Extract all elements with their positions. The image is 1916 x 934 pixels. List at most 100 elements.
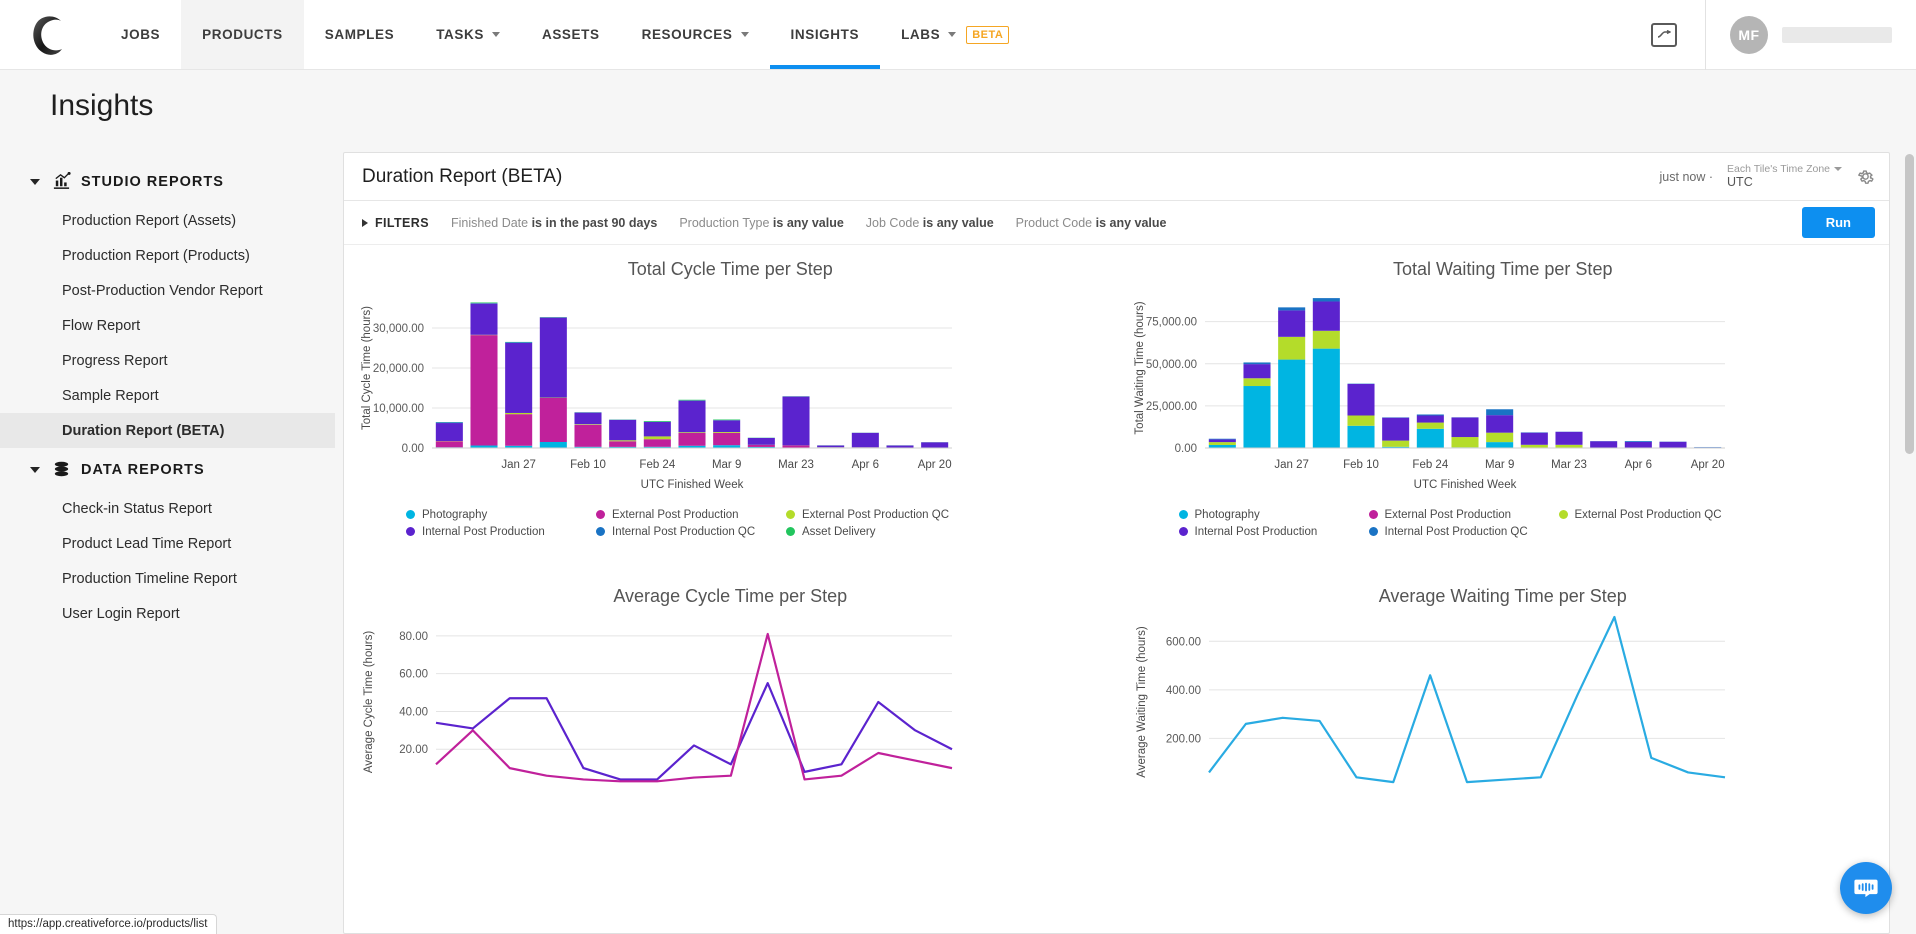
nav-item-label: RESOURCES xyxy=(642,27,733,42)
svg-text:Jan 27: Jan 27 xyxy=(1274,459,1309,471)
run-button[interactable]: Run xyxy=(1802,207,1875,238)
nav-item-label: ASSETS xyxy=(542,27,600,42)
svg-text:Mar 23: Mar 23 xyxy=(1551,459,1587,471)
svg-text:Jan 27: Jan 27 xyxy=(501,459,536,471)
feedback-icon[interactable] xyxy=(1651,23,1677,47)
legend-color-dot xyxy=(1179,510,1188,519)
legend-color-dot xyxy=(596,527,605,536)
nav-item-label: SAMPLES xyxy=(325,27,394,42)
filter-chip-production-type[interactable]: Production Type is any value xyxy=(679,216,843,230)
chart-average-waiting-time[interactable]: 200.00400.00600.00Average Waiting Time (… xyxy=(1127,607,1880,793)
page-scrollbar[interactable] xyxy=(1905,142,1914,934)
svg-text:Feb 10: Feb 10 xyxy=(1343,459,1379,471)
sidebar-item-check-in-status-report[interactable]: Check-in Status Report xyxy=(0,491,335,526)
chart-total-waiting-time[interactable]: 0.0025,000.0050,000.0075,000.00Jan 27Feb… xyxy=(1127,280,1880,502)
database-icon xyxy=(52,460,71,479)
sidebar-item-user-login-report[interactable]: User Login Report xyxy=(0,596,335,631)
user-name-placeholder xyxy=(1782,27,1892,43)
legend-item-internal-post-production[interactable]: Internal Post Production xyxy=(406,523,596,540)
legend-color-dot xyxy=(786,510,795,519)
filters-toggle[interactable]: FILTERS xyxy=(362,216,429,230)
gear-icon[interactable] xyxy=(1856,167,1875,186)
nav-item-samples[interactable]: SAMPLES xyxy=(304,0,415,69)
legend-item-internal-post-production-qc[interactable]: Internal Post Production QC xyxy=(596,523,786,540)
chevron-down-icon xyxy=(492,32,500,37)
sidebar-item-progress-report[interactable]: Progress Report xyxy=(0,343,335,378)
legend-item-external-post-production[interactable]: External Post Production xyxy=(596,506,786,523)
filters-label: FILTERS xyxy=(375,216,429,230)
sidebar-group-data-reports[interactable]: DATA REPORTS xyxy=(0,448,335,491)
page-body: STUDIO REPORTSProduction Report (Assets)… xyxy=(0,142,1916,934)
nav-item-labs[interactable]: LABSBETA xyxy=(880,0,1030,69)
legend-color-dot xyxy=(1179,527,1188,536)
filter-chip-value: is any value xyxy=(1096,216,1167,230)
legend-item-external-post-production-qc[interactable]: External Post Production QC xyxy=(786,506,1016,523)
nav-item-insights[interactable]: INSIGHTS xyxy=(770,0,881,69)
legend-item-label: External Post Production QC xyxy=(802,509,949,521)
legend-item-external-post-production-qc[interactable]: External Post Production QC xyxy=(1559,506,1789,523)
tile-title: Average Waiting Time per Step xyxy=(1127,578,1880,607)
sidebar-group-studio-reports[interactable]: STUDIO REPORTS xyxy=(0,160,335,203)
chart-total-cycle-time[interactable]: 0.0010,000.0020,000.0030,000.00Jan 27Feb… xyxy=(354,280,1107,502)
timezone-selector[interactable]: Each Tile's Time Zone UTC xyxy=(1727,163,1842,189)
last-refreshed: just now · xyxy=(1660,170,1714,184)
sidebar-item-production-report-products[interactable]: Production Report (Products) xyxy=(0,238,335,273)
tile-title: Average Cycle Time per Step xyxy=(354,578,1107,607)
nav-item-jobs[interactable]: JOBS xyxy=(100,0,181,69)
filter-chip-name: Job Code xyxy=(866,216,920,230)
legend-item-internal-post-production[interactable]: Internal Post Production xyxy=(1179,523,1369,540)
status-bar-url: https://app.creativeforce.io/products/li… xyxy=(0,914,217,934)
scrollbar-thumb[interactable] xyxy=(1905,154,1914,454)
sidebar-item-sample-report[interactable]: Sample Report xyxy=(0,378,335,413)
avatar[interactable]: MF xyxy=(1730,16,1768,54)
creativeforce-logo-icon xyxy=(30,13,70,57)
legend-item-photography[interactable]: Photography xyxy=(1179,506,1369,523)
bar-chart-icon xyxy=(52,172,71,191)
legend-item-label: External Post Production xyxy=(1385,509,1512,521)
sidebar-item-production-timeline-report[interactable]: Production Timeline Report xyxy=(0,561,335,596)
svg-text:Apr 6: Apr 6 xyxy=(1624,459,1652,471)
report-header-actions: just now · Each Tile's Time Zone UTC xyxy=(1660,163,1875,189)
filter-chip-job-code[interactable]: Job Code is any value xyxy=(866,216,994,230)
chart-svg: 200.00400.00600.00Average Waiting Time (… xyxy=(1127,607,1737,793)
legend-item-photography[interactable]: Photography xyxy=(406,506,596,523)
chat-glyph-icon xyxy=(1853,875,1879,901)
report-title: Duration Report (BETA) xyxy=(362,166,562,188)
filter-chip-product-code[interactable]: Product Code is any value xyxy=(1016,216,1167,230)
sidebar-item-production-report-assets[interactable]: Production Report (Assets) xyxy=(0,203,335,238)
legend-item-label: Internal Post Production xyxy=(422,526,545,538)
legend-color-dot xyxy=(406,527,415,536)
legend-column: External Post Production QC xyxy=(1559,506,1789,540)
svg-text:UTC Finished Week: UTC Finished Week xyxy=(1413,479,1516,491)
tile-average-waiting-time: Average Waiting Time per Step 200.00400.… xyxy=(1117,572,1890,933)
sidebar-item-duration-report-beta[interactable]: Duration Report (BETA) xyxy=(0,413,335,448)
legend-column: External Post Production Internal Post Pr… xyxy=(1369,506,1559,540)
filter-chip-finished-date[interactable]: Finished Date is in the past 90 days xyxy=(451,216,657,230)
sidebar-item-product-lead-time-report[interactable]: Product Lead Time Report xyxy=(0,526,335,561)
chart-svg: 0.0010,000.0020,000.0030,000.00Jan 27Feb… xyxy=(354,280,964,502)
nav-item-label: TASKS xyxy=(436,27,484,42)
sidebar-item-flow-report[interactable]: Flow Report xyxy=(0,308,335,343)
filter-chip-name: Finished Date xyxy=(451,216,528,230)
nav-item-products[interactable]: PRODUCTS xyxy=(181,0,304,69)
svg-text:75,000.00: 75,000.00 xyxy=(1145,317,1196,329)
chart-average-cycle-time[interactable]: 20.0040.0060.0080.00Average Cycle Time (… xyxy=(354,607,1107,793)
nav-item-resources[interactable]: RESOURCES xyxy=(621,0,770,69)
legend-item-internal-post-production-qc[interactable]: Internal Post Production QC xyxy=(1369,523,1559,540)
app-logo[interactable] xyxy=(0,0,100,69)
filter-chip-value: is any value xyxy=(923,216,994,230)
nav-item-assets[interactable]: ASSETS xyxy=(521,0,621,69)
legend-item-external-post-production[interactable]: External Post Production xyxy=(1369,506,1559,523)
nav-item-tasks[interactable]: TASKS xyxy=(415,0,521,69)
report-tiles: Total Cycle Time per Step 0.0010,000.002… xyxy=(344,245,1889,933)
refreshed-separator: · xyxy=(1709,170,1713,184)
chevron-down-icon xyxy=(948,32,956,37)
legend-item-asset-delivery[interactable]: Asset Delivery xyxy=(786,523,1016,540)
intercom-chat-icon[interactable] xyxy=(1840,862,1892,914)
svg-text:Mar 9: Mar 9 xyxy=(712,459,741,471)
svg-text:40.00: 40.00 xyxy=(399,706,428,718)
svg-text:0.00: 0.00 xyxy=(1174,443,1196,455)
svg-text:Mar 9: Mar 9 xyxy=(1484,459,1513,471)
sidebar-item-post-production-vendor-report[interactable]: Post-Production Vendor Report xyxy=(0,273,335,308)
legend-color-dot xyxy=(1559,510,1568,519)
